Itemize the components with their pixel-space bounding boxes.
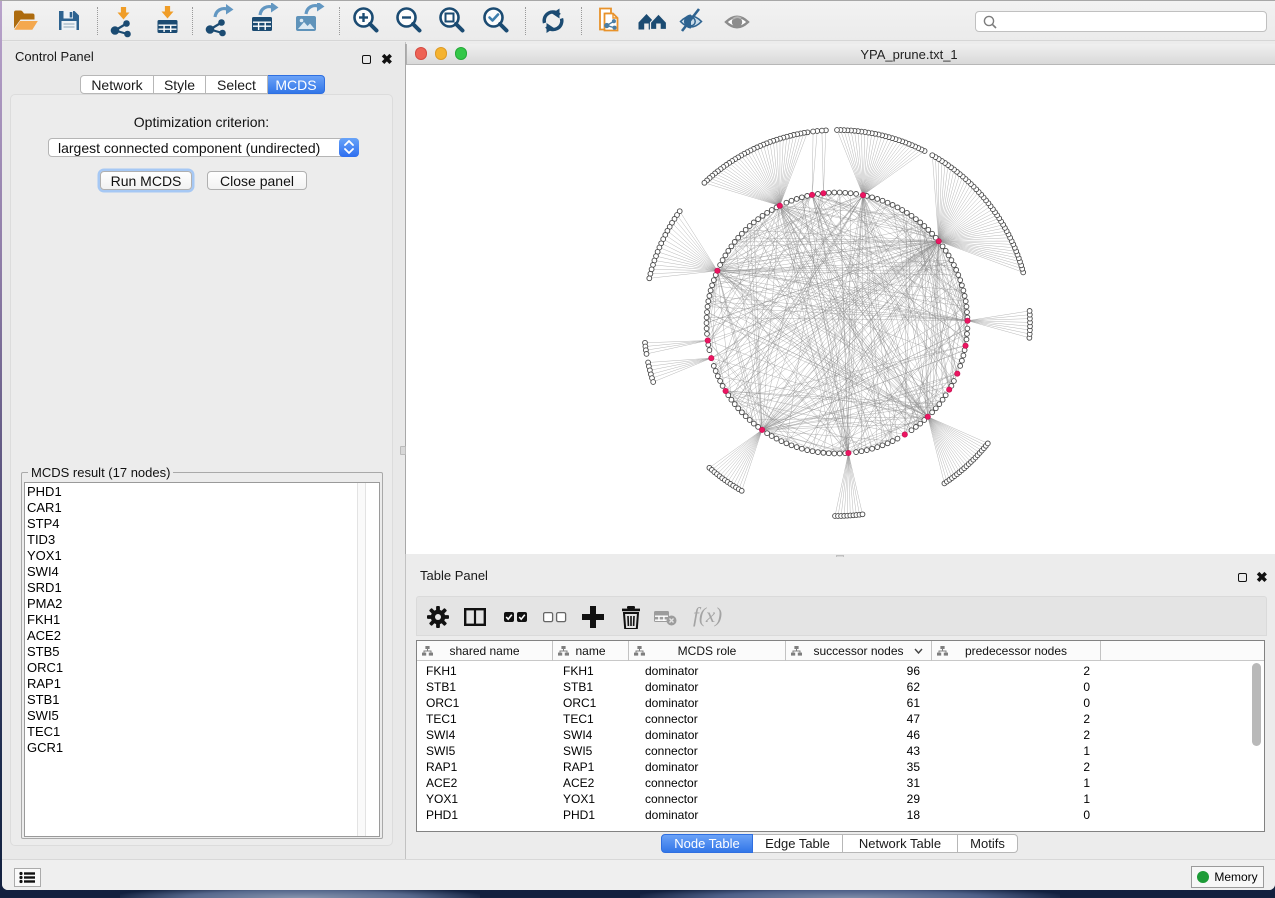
svg-text:f(x): f(x) [693,605,722,627]
